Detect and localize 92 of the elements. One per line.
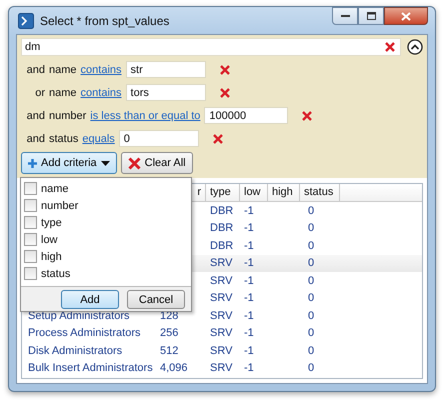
table-cell: 0: [308, 344, 314, 357]
table-cell: -1: [244, 257, 254, 270]
clear-all-button[interactable]: Clear All: [120, 152, 193, 174]
window-title: Select * from spt_values: [40, 14, 170, 28]
table-cell: SRV: [210, 327, 232, 340]
close-icon: [401, 12, 411, 20]
table-cell: -1: [244, 344, 254, 357]
table-cell: 256: [160, 327, 178, 340]
column-header[interactable]: type: [206, 184, 240, 201]
checkbox[interactable]: [24, 233, 37, 246]
cancel-button[interactable]: Cancel: [127, 290, 185, 309]
checkbox[interactable]: [24, 199, 37, 212]
table-cell: 0: [308, 310, 314, 322]
conjunction-label: and: [26, 64, 45, 76]
table-cell: Process Administrators: [28, 327, 140, 340]
column-header[interactable]: high: [268, 184, 300, 201]
checkbox[interactable]: [24, 216, 37, 229]
table-cell: 0: [308, 362, 314, 374]
field-label: number: [49, 110, 86, 122]
table-cell: Setup Administrators: [28, 310, 130, 322]
column-header[interactable]: status: [300, 184, 340, 201]
remove-icon[interactable]: [220, 64, 230, 74]
criteria-value-field[interactable]: str: [126, 61, 206, 78]
column-header[interactable]: low: [240, 184, 268, 201]
field-option-label[interactable]: name: [41, 182, 69, 194]
operator-link[interactable]: contains: [80, 64, 122, 76]
conjunction-label: or: [34, 86, 45, 98]
field-option-label[interactable]: number: [41, 200, 78, 212]
plus-icon: [28, 158, 37, 168]
table-cell: -1: [244, 222, 254, 234]
minimize-button[interactable]: [332, 7, 358, 25]
table-cell: SRV: [210, 292, 232, 304]
table-cell: 0: [308, 222, 314, 234]
table-cell: SRV: [210, 362, 232, 374]
table-cell: 4,096: [160, 362, 188, 374]
close-button[interactable]: [384, 7, 428, 25]
table-cell: -1: [244, 310, 254, 322]
operator-link[interactable]: is less than or equal to: [90, 110, 200, 122]
field-label: name: [49, 86, 77, 98]
criteria-value-field[interactable]: tors: [126, 84, 206, 101]
criteria-value-field[interactable]: 0: [118, 130, 199, 147]
table-cell: SRV: [210, 257, 232, 270]
conjunction-label: and: [26, 132, 45, 144]
terminal-icon: [18, 12, 34, 28]
table-cell: 0: [308, 327, 314, 340]
maximize-icon: [366, 12, 376, 20]
conjunction-label: and: [26, 110, 45, 122]
criteria-value-field[interactable]: 100000: [204, 107, 288, 124]
remove-icon[interactable]: [212, 134, 223, 144]
table-cell: SRV: [210, 310, 232, 322]
table-row[interactable]: Disk Administrators 512 SRV -1 0: [22, 342, 422, 360]
table-cell: 0: [308, 292, 314, 304]
field-label: name: [49, 64, 77, 76]
checkbox[interactable]: [24, 182, 37, 195]
table-row[interactable]: Bulk Insert Administrators 4,096 SRV -1 0: [22, 360, 422, 377]
checkbox[interactable]: [24, 250, 37, 263]
table-cell: 0: [308, 204, 314, 217]
table-cell: -1: [244, 240, 254, 252]
maximize-button[interactable]: [358, 7, 384, 25]
table-cell: SRV: [210, 274, 232, 287]
operator-link[interactable]: equals: [82, 132, 115, 144]
clear-icon[interactable]: [385, 42, 395, 52]
table-cell: -1: [244, 204, 254, 217]
field-option-label[interactable]: low: [41, 234, 58, 246]
table-cell: 0: [308, 240, 314, 252]
add-button[interactable]: Add: [61, 290, 119, 309]
table-cell: Disk Administrators: [28, 344, 122, 357]
operator-link[interactable]: contains: [80, 86, 122, 98]
table-cell: DBR: [210, 204, 234, 217]
table-cell: Bulk Insert Administrators: [28, 362, 153, 374]
table-cell: -1: [244, 274, 254, 287]
table-cell: SRV: [210, 344, 232, 357]
table-cell: -1: [244, 327, 254, 340]
add-criteria-button[interactable]: Add criteria: [21, 152, 117, 174]
clear-icon: [128, 156, 141, 170]
field-option-label[interactable]: type: [41, 216, 62, 228]
checkbox[interactable]: [24, 267, 37, 280]
table-row[interactable]: Process Administrators 256 SRV -1 0: [22, 324, 422, 342]
remove-icon[interactable]: [220, 88, 230, 98]
table-cell: 0: [308, 274, 314, 287]
table-cell: DBR: [210, 240, 234, 252]
table-cell: DBR: [210, 222, 234, 234]
dropdown-caret-icon: [100, 160, 110, 166]
field-label: status: [49, 132, 78, 144]
minimize-icon: [340, 14, 350, 18]
table-cell: -1: [244, 292, 254, 304]
table-cell: -1: [244, 362, 254, 374]
collapse-icon[interactable]: [407, 39, 423, 55]
table-cell: 0: [308, 257, 314, 270]
remove-icon[interactable]: [302, 110, 312, 120]
search-field[interactable]: dm: [21, 38, 401, 56]
table-cell: 512: [160, 344, 178, 357]
